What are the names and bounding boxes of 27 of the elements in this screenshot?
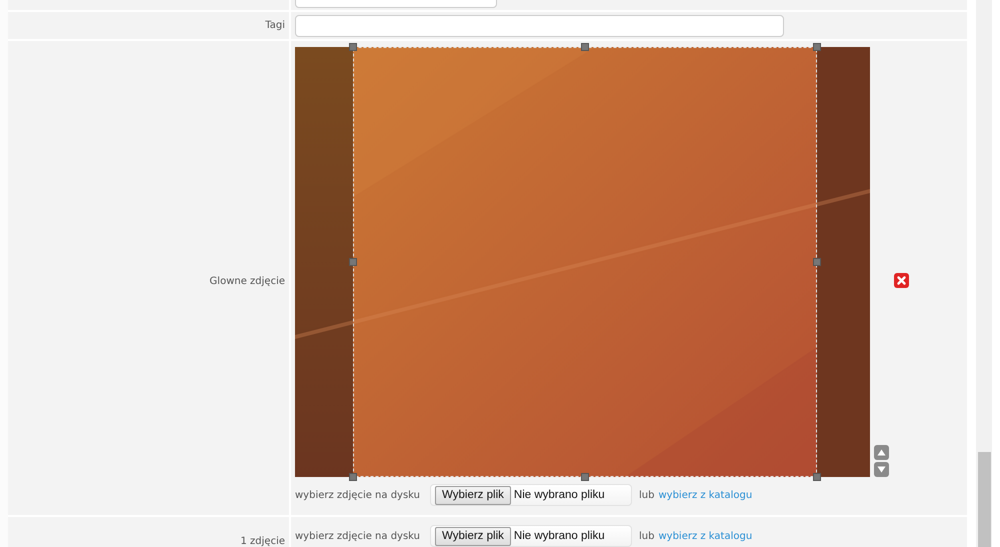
move-down-icon[interactable] xyxy=(874,462,889,477)
crop-handle[interactable] xyxy=(813,473,821,481)
crop-handle[interactable] xyxy=(349,473,357,481)
choose-file-button[interactable]: Wybierz plik xyxy=(435,486,511,504)
crop-handle[interactable] xyxy=(349,258,357,266)
or-label: lub xyxy=(639,490,654,500)
choose-file-button[interactable]: Wybierz plik xyxy=(435,526,511,546)
scrollbar-thumb[interactable] xyxy=(978,452,990,547)
upload-hint: wybierz zdjęcie na dysku xyxy=(295,490,420,500)
crop-handle[interactable] xyxy=(813,43,821,51)
or-label: lub xyxy=(639,530,654,542)
crop-handle[interactable] xyxy=(581,43,589,51)
crop-handle[interactable] xyxy=(813,258,821,266)
delete-icon[interactable] xyxy=(894,273,909,288)
field-label: 1 zdjęcie xyxy=(240,536,285,547)
crop-handle[interactable] xyxy=(349,43,357,51)
file-input[interactable]: Wybierz plik Nie wybrano pliku xyxy=(430,484,632,506)
tags-field[interactable] xyxy=(295,14,784,36)
field-label: Glowne zdjęcie xyxy=(210,276,285,287)
crop-frame[interactable] xyxy=(353,47,817,477)
file-status: Nie wybrano pliku xyxy=(514,489,605,501)
field-label: Tagi xyxy=(265,20,285,31)
crop-handle[interactable] xyxy=(581,473,589,481)
upload-hint: wybierz zdjęcie na dysku xyxy=(295,530,420,542)
file-input[interactable]: Wybierz plik Nie wybrano pliku xyxy=(430,525,632,547)
move-up-icon[interactable] xyxy=(874,445,889,460)
file-status: Nie wybrano pliku xyxy=(514,530,605,542)
